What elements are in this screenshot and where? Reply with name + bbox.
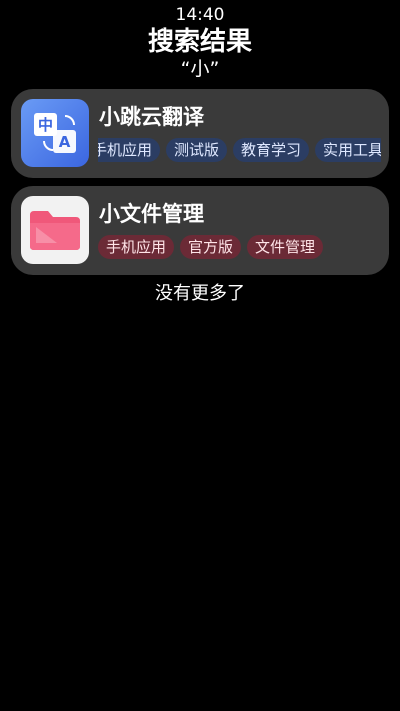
app-name: 小文件管理 [99,202,204,226]
tag: 实用工具 [315,138,381,162]
tag: 文件管理 [247,235,324,259]
tag: 教育学习 [233,138,310,162]
search-query: “小” [180,58,220,80]
tag: 测试版 [166,138,228,162]
folder-icon [21,196,89,264]
svg-text:中: 中 [38,116,53,134]
result-card-files[interactable]: 小文件管理 手机应用 官方版 文件管理 [11,186,389,275]
tag-list[interactable]: 手机应用 官方版 文件管理 [98,235,381,260]
tag: 官方版 [180,235,242,259]
svg-text:A: A [59,133,71,151]
tag: 手机应用 [98,235,175,259]
tag-list[interactable]: 手机应用 测试版 教育学习 实用工具 [98,138,381,163]
result-card-translate[interactable]: 中 A 小跳云翻译 手机应用 测试版 教育学习 实用工具 [11,89,389,178]
screen: 14:40 搜索结果 “小” 中 A 小跳云翻译 手机应用 测试版 教育学习 实… [0,0,400,711]
status-time: 14:40 [175,5,225,25]
tag: 手机应用 [98,138,161,162]
page-title: 搜索结果 [147,27,252,57]
app-name: 小跳云翻译 [99,105,204,129]
translate-icon: 中 A [21,99,89,167]
no-more-text: 没有更多了 [155,283,245,304]
